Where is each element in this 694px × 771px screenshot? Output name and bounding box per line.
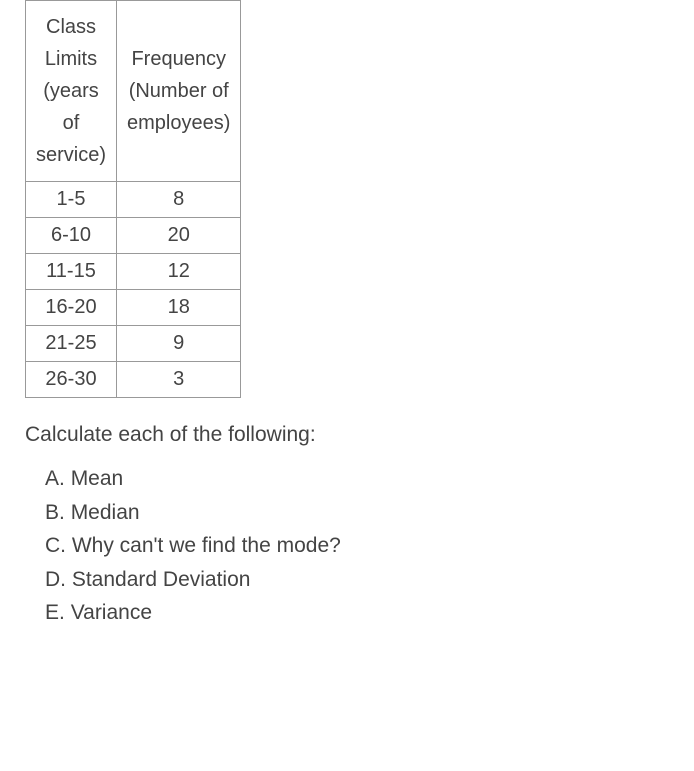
options-list: A. Mean B. Median C. Why can't we find t…: [45, 462, 694, 630]
cell-limits: 26-30: [26, 362, 117, 398]
col-header-class-limits: Class Limits (years of service): [26, 1, 117, 182]
cell-freq: 8: [117, 182, 241, 218]
option-text: Variance: [71, 601, 152, 624]
table-row: 11-15 12: [26, 254, 241, 290]
instruction-text: Calculate each of the following:: [25, 423, 694, 447]
cell-limits: 16-20: [26, 290, 117, 326]
option-text: Why can't we find the mode?: [72, 534, 341, 557]
cell-limits: 6-10: [26, 218, 117, 254]
cell-freq: 9: [117, 326, 241, 362]
col-header-sub: (Number of employees): [127, 75, 230, 139]
option-label: C.: [45, 534, 66, 557]
table-row: 16-20 18: [26, 290, 241, 326]
option-label: E.: [45, 601, 65, 624]
option-label: A.: [45, 467, 65, 490]
table-row: 21-25 9: [26, 326, 241, 362]
option-text: Median: [71, 501, 140, 524]
cell-limits: 1-5: [26, 182, 117, 218]
option-text: Mean: [71, 467, 124, 490]
cell-freq: 18: [117, 290, 241, 326]
col-header-sub: (years of service): [36, 75, 106, 171]
col-header-main: Class Limits: [36, 11, 106, 75]
table-row: 6-10 20: [26, 218, 241, 254]
cell-freq: 12: [117, 254, 241, 290]
option-item: A. Mean: [45, 462, 694, 496]
option-text: Standard Deviation: [72, 568, 251, 591]
frequency-table: Class Limits (years of service) Frequenc…: [25, 0, 241, 398]
table-row: 26-30 3: [26, 362, 241, 398]
cell-limits: 21-25: [26, 326, 117, 362]
table-row: 1-5 8: [26, 182, 241, 218]
col-header-main: Frequency: [127, 43, 230, 75]
cell-freq: 20: [117, 218, 241, 254]
option-item: B. Median: [45, 496, 694, 530]
option-item: D. Standard Deviation: [45, 563, 694, 597]
option-label: B.: [45, 501, 65, 524]
option-item: E. Variance: [45, 596, 694, 630]
cell-limits: 11-15: [26, 254, 117, 290]
option-label: D.: [45, 568, 66, 591]
option-item: C. Why can't we find the mode?: [45, 529, 694, 563]
cell-freq: 3: [117, 362, 241, 398]
col-header-frequency: Frequency (Number of employees): [117, 1, 241, 182]
